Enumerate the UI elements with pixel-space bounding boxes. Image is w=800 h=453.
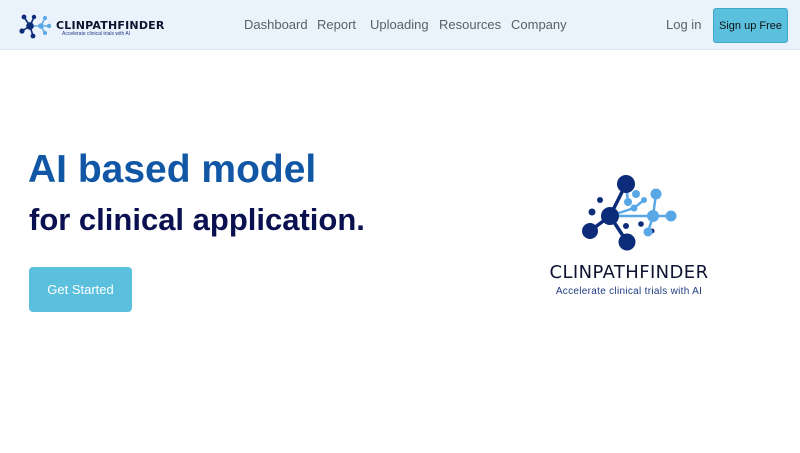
signup-button[interactable]: Sign up Free: [713, 8, 788, 43]
hero-logo: CLINPATHFINDER Accelerate clinical trial…: [536, 174, 726, 304]
nav-resources[interactable]: Resources: [439, 17, 501, 32]
navbar: CLINPATHFINDER Accelerate clinical trial…: [0, 0, 800, 50]
hero-logo-name: CLINPATHFINDER: [549, 262, 709, 283]
nav-dashboard[interactable]: Dashboard: [244, 17, 308, 32]
nav-company[interactable]: Company: [511, 17, 567, 32]
login-link[interactable]: Log in: [666, 17, 701, 32]
nav-uploading[interactable]: Uploading: [370, 17, 429, 32]
hero-logo-tagline: Accelerate clinical trials with AI: [555, 286, 703, 297]
nav-report[interactable]: Report: [317, 17, 356, 32]
hero-title: AI based model: [28, 148, 317, 191]
network-nodes-icon: [582, 175, 677, 251]
get-started-button[interactable]: Get Started: [29, 267, 132, 312]
network-nodes-icon: [19, 14, 52, 39]
brand-tagline: Accelerate clinical trials with AI: [62, 31, 131, 37]
brand-logo[interactable]: CLINPATHFINDER Accelerate clinical trial…: [18, 13, 164, 39]
hero-subtitle: for clinical application.: [29, 202, 365, 237]
